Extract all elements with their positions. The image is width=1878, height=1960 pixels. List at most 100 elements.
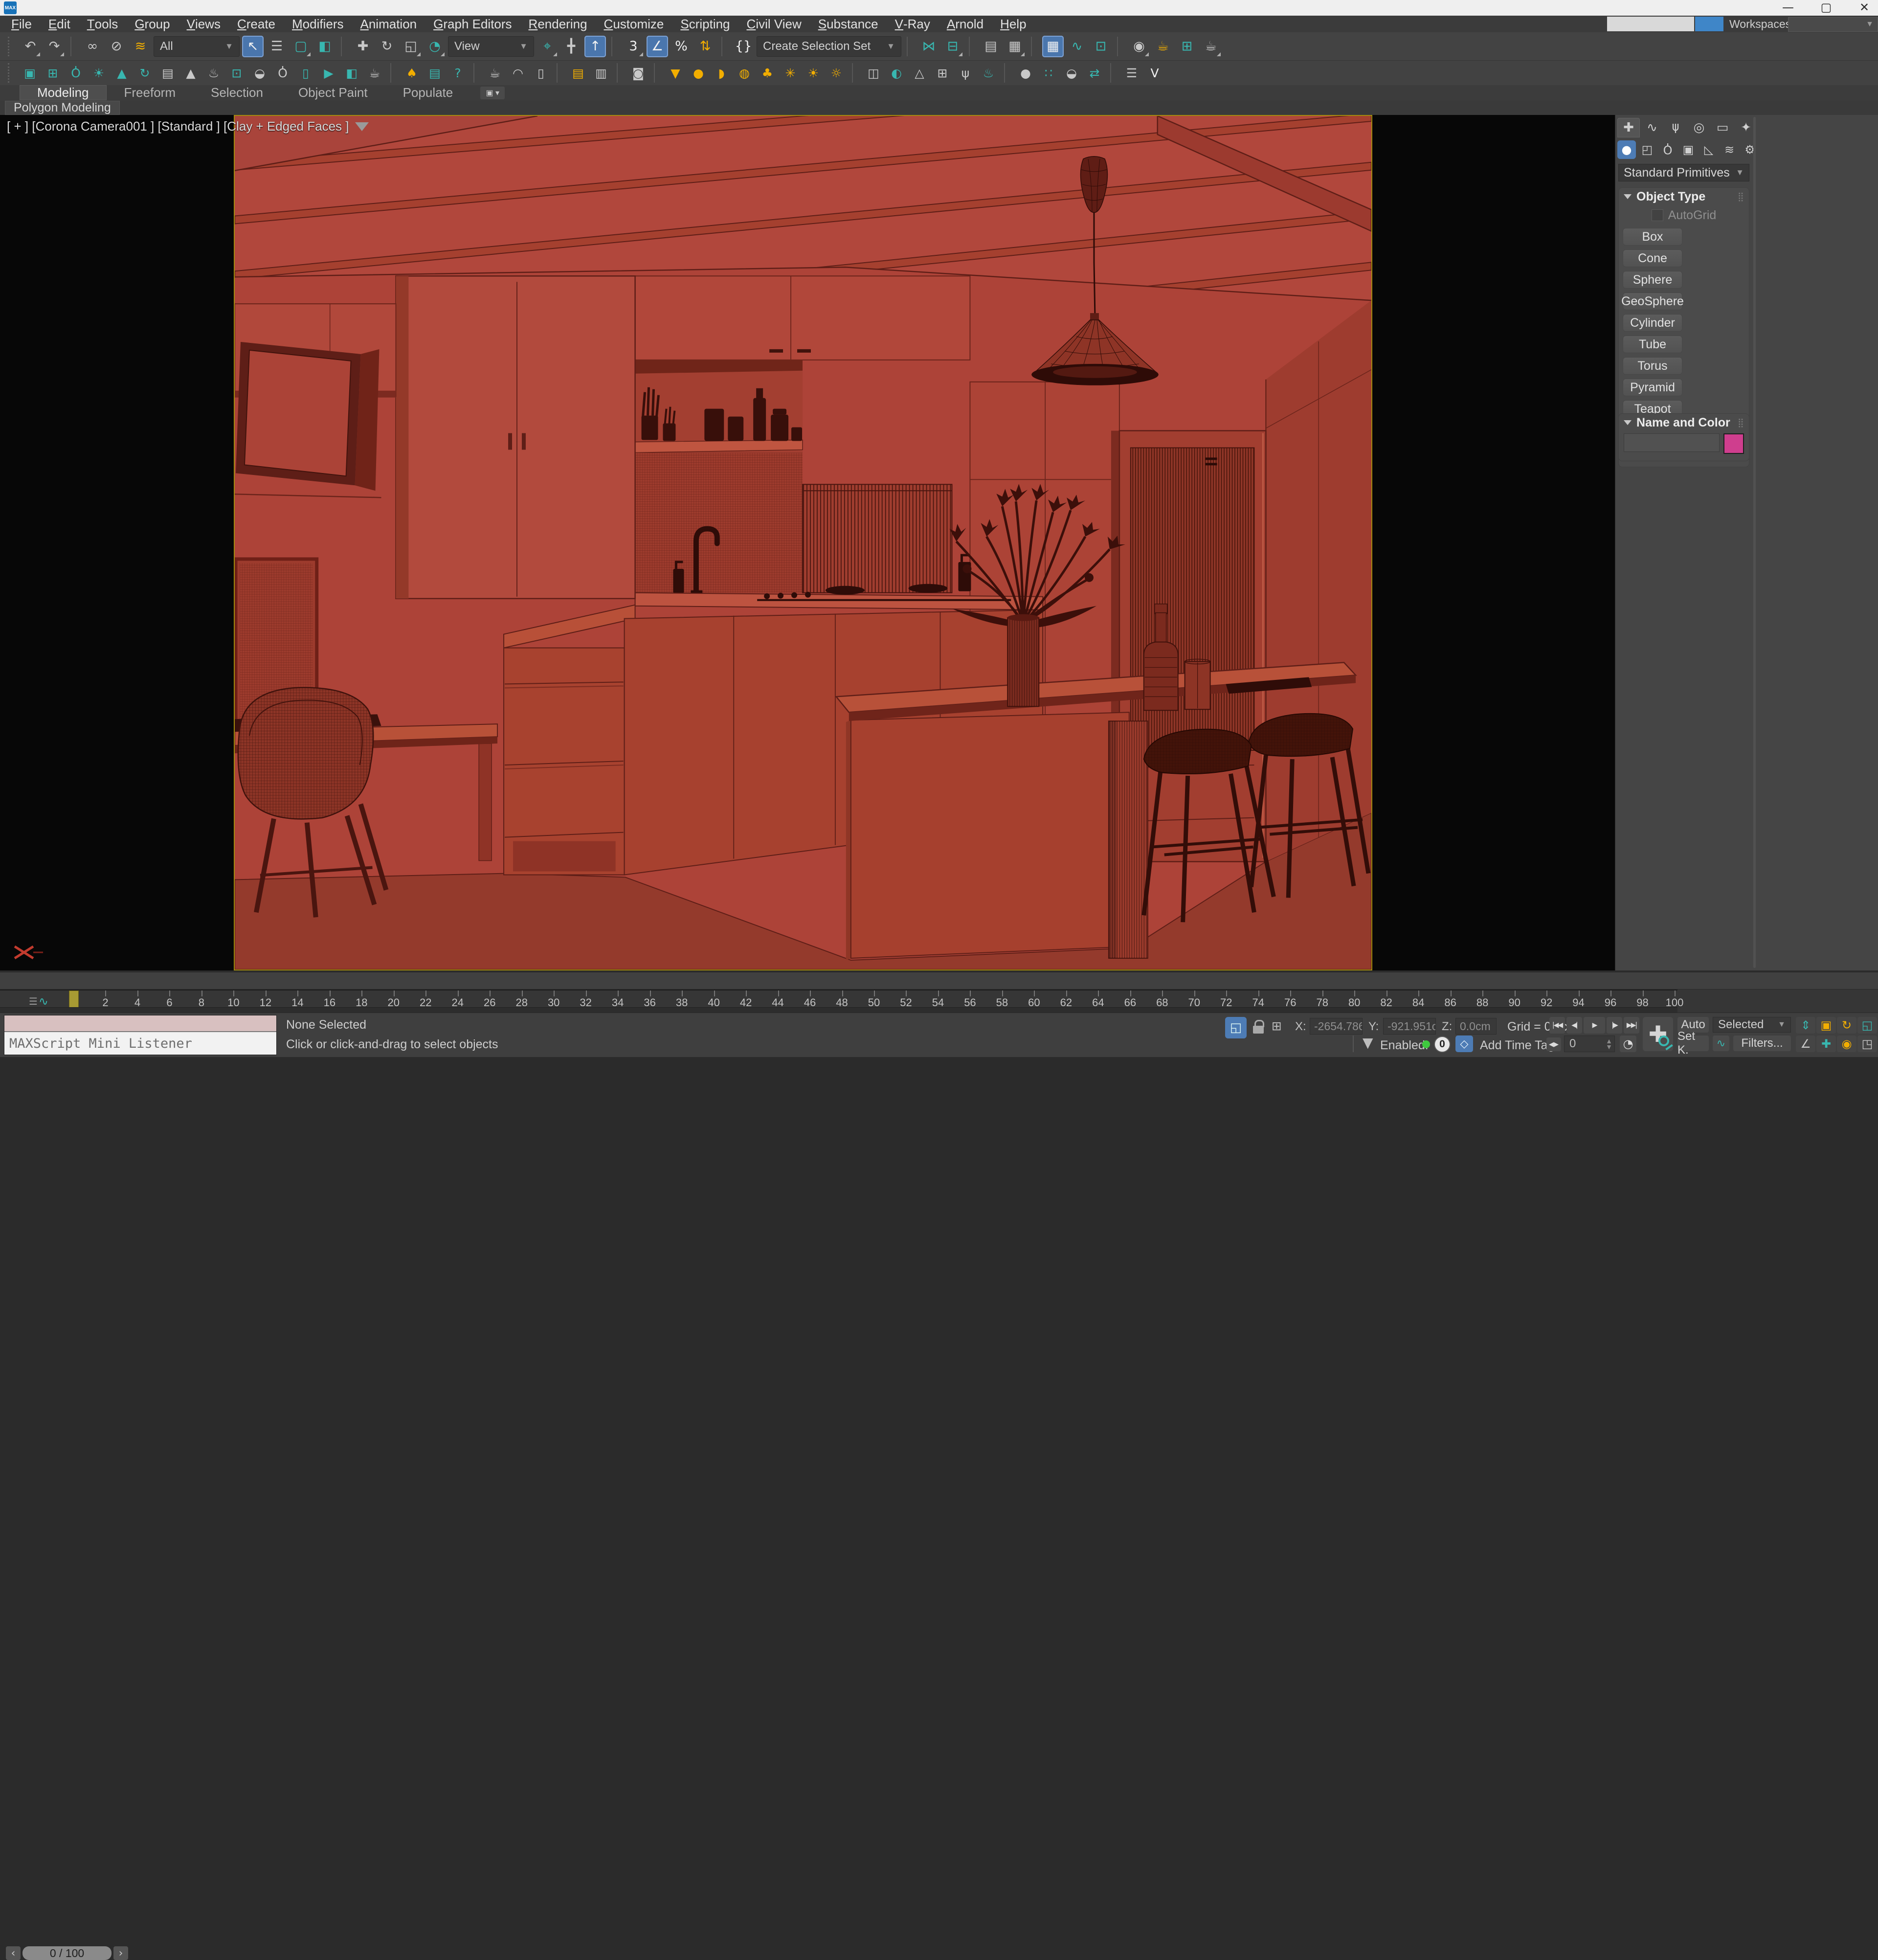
snaps-toggle-3d-icon[interactable]: 3 [623,36,644,57]
vray-light-lister-icon[interactable]: ▤ [157,63,178,83]
vray-render-teapot-icon[interactable]: ☕ [364,63,385,83]
toggle-ribbon-icon[interactable]: ▦ [1042,36,1064,57]
unlink-selection-icon[interactable]: ⊘ [106,36,127,57]
menu-group[interactable]: Group [126,16,178,32]
torus-button[interactable]: Torus [1623,357,1682,375]
use-pivot-point-center-icon[interactable]: ⌖ [537,36,558,57]
roll-camera-button[interactable]: ↻ [1837,1017,1856,1034]
menu-edit[interactable]: Edit [40,16,79,32]
schematic-view-icon[interactable]: ⊡ [1090,36,1112,57]
corona-flame-icon[interactable]: ♨ [978,63,999,83]
vray-tree-icon[interactable]: ▲ [112,63,132,83]
object-color-swatch[interactable] [1723,433,1744,454]
cone-button[interactable]: Cone [1623,249,1682,267]
previous-frame-button[interactable]: ◀| [1566,1017,1582,1034]
render-setup-icon[interactable]: ☕ [1152,36,1174,57]
corona-material-icon[interactable]: ◒ [1061,63,1082,83]
set-key-button[interactable]: Set K. [1677,1036,1709,1051]
play-animation-button[interactable]: ▶ [1584,1017,1605,1034]
go-to-start-button[interactable]: |◀◀ [1549,1017,1565,1034]
corona-light-wire-icon[interactable]: ◍ [734,63,755,83]
vray-update-icon[interactable]: ↻ [134,63,155,83]
restore-button[interactable]: ▢ [1812,0,1840,15]
corona-box-icon[interactable]: ▯ [531,63,551,83]
corona-slicer-icon[interactable]: ◐ [886,63,907,83]
hierarchy-tab[interactable]: ⋔ [1664,118,1687,137]
viewport-label[interactable]: [ + ] [Corona Camera001 ] [Standard ] [C… [7,119,369,134]
maximize-viewport-toggle-button[interactable]: ◳ [1857,1036,1877,1052]
select-and-scale-icon[interactable]: ◱ [400,36,422,57]
corona-camera-icon[interactable]: ◙ [628,63,648,83]
menu-rendering[interactable]: Rendering [520,16,596,32]
select-by-name-icon[interactable]: ☰ [266,36,288,57]
vray-bitmap-icon[interactable]: ⊡ [226,63,247,83]
timeline-ruler[interactable]: 0246810121416182022242628303234363840424… [0,990,1677,1008]
app-icon[interactable]: MAX [4,1,17,14]
corona-tripod-icon[interactable]: △ [909,63,930,83]
key-mode-toggle[interactable]: ◀▶ [1546,1037,1561,1051]
workspaces-search-box[interactable] [1607,17,1694,31]
menu-v-ray[interactable]: V-Ray [887,16,939,32]
select-and-manipulate-icon[interactable]: ╋ [560,36,582,57]
geometry-category[interactable]: ● [1617,140,1636,159]
select-and-move-icon[interactable]: ✚ [352,36,374,57]
close-button[interactable]: ✕ [1851,0,1878,15]
vray-camera-icon[interactable]: ▣ [20,63,40,83]
named-selection-sets-dropdown[interactable]: Create Selection Set▼ [757,36,901,57]
spinner-snap-toggle-icon[interactable]: ⇅ [694,36,716,57]
menu-civil-view[interactable]: Civil View [738,16,810,32]
go-to-end-button[interactable]: ▶▶| [1624,1017,1639,1034]
select-object-icon[interactable]: ↖ [242,36,264,57]
scene-security-shield-icon[interactable]: ▼ [1363,1035,1377,1052]
drag-dots-icon[interactable]: ⣿ [1738,418,1744,428]
box-button[interactable]: Box [1623,228,1682,246]
reference-coordinate-system-dropdown[interactable]: View▼ [448,36,534,57]
redo-icon[interactable]: ↷ [44,36,65,57]
x-coordinate-field[interactable]: -2654.786c [1310,1018,1363,1035]
modify-tab[interactable]: ∿ [1641,118,1663,137]
dolly-camera-button[interactable]: ⇕ [1796,1017,1815,1034]
vray-sun-icon[interactable]: ☀ [89,63,109,83]
set-keys-button[interactable]: ✚ [1643,1017,1673,1051]
corona-proxy-box-icon[interactable]: ◫ [863,63,884,83]
toolbar-grip[interactable] [8,37,13,56]
corona-light-sphere-icon[interactable]: ● [688,63,709,83]
corona-light-cone-icon[interactable]: ▼ [665,63,686,83]
macro-recorder-field[interactable] [4,1015,276,1032]
tab-populate[interactable]: Populate [385,85,471,100]
edit-named-selection-sets-icon[interactable]: {} [733,36,754,57]
zoom-region-button[interactable]: ◱ [1857,1017,1877,1034]
filter-funnel-icon[interactable] [355,122,369,131]
systems-category[interactable]: ⚙ [1741,140,1759,159]
corona-doc-edit-icon[interactable]: ▥ [591,63,611,83]
corona-converter-icon[interactable]: ⇄ [1084,63,1105,83]
menu-substance[interactable]: Substance [810,16,887,32]
corona-light-disc-icon[interactable]: ◗ [711,63,732,83]
corona-lister-icon[interactable]: ☰ [1121,63,1142,83]
panel-scrollbar[interactable] [1753,117,1756,968]
absolute-mode-icon[interactable]: ⊞ [1272,1019,1282,1033]
cylinder-button[interactable]: Cylinder [1623,314,1682,332]
vray-light-icon[interactable]: Ϙ [66,63,86,83]
workspaces-dropdown[interactable]: ▼ [1788,17,1878,32]
next-frame-button[interactable]: |▶ [1607,1017,1622,1034]
corona-vfb-icon[interactable]: V [1144,63,1165,83]
corona-dome-icon[interactable]: ◠ [508,63,528,83]
menu-tools[interactable]: Tools [79,16,127,32]
menu-create[interactable]: Create [229,16,284,32]
geosphere-button[interactable]: GeoSphere [1623,293,1682,310]
motion-tab[interactable]: ◎ [1688,118,1710,137]
object-name-field[interactable] [1624,433,1720,452]
undo-icon[interactable]: ↶ [20,36,41,57]
menu-arnold[interactable]: Arnold [939,16,992,32]
vray-render-panel-icon[interactable]: ▶ [318,63,339,83]
cameras-category[interactable]: ▣ [1679,140,1698,159]
forest-help-icon[interactable]: ? [447,63,468,83]
maxscript-mini-listener[interactable]: MAXScript Mini Listener [4,1015,277,1055]
vray-split-view-icon[interactable]: ◧ [341,63,362,83]
selected-set-dropdown[interactable]: Selected ▼ [1713,1017,1791,1033]
display-tab[interactable]: ▭ [1711,118,1734,137]
forest-pack-icon[interactable]: ♠ [402,63,422,83]
angle-snap-toggle-icon[interactable]: ∠ [647,36,668,57]
adaptive-degradation-toggle[interactable]: ◇ [1455,1036,1473,1052]
